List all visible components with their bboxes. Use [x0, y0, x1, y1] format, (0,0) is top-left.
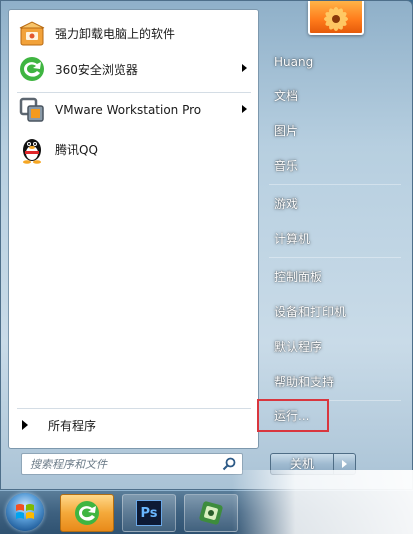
divider [17, 408, 251, 409]
qq-penguin-icon [17, 134, 47, 164]
360-browser-icon [75, 501, 99, 525]
start-orb[interactable] [6, 493, 44, 531]
vmware-icon [17, 95, 47, 125]
menu-computer[interactable]: 计算机 [274, 228, 394, 250]
menu-control-panel[interactable]: 控制面板 [274, 266, 394, 288]
windows-logo-icon [16, 504, 34, 519]
program-item-vmware[interactable]: VMware Workstation Pro [13, 91, 255, 129]
menu-default-programs[interactable]: 默认程序 [274, 336, 394, 358]
taskbar-gadget-app[interactable] [184, 494, 238, 532]
program-item-qq[interactable]: 腾讯QQ [13, 130, 255, 168]
menu-music[interactable]: 音乐 [274, 155, 394, 177]
menu-documents[interactable]: 文档 [274, 85, 394, 107]
program-label: VMware Workstation Pro [55, 103, 202, 117]
taskbar-360-browser[interactable] [60, 494, 114, 532]
start-menu: 强力卸载电脑上的软件 360安全浏览器 VMware Workstation P… [0, 0, 413, 490]
divider [269, 257, 401, 258]
program-label: 360安全浏览器 [55, 62, 138, 77]
all-programs-label: 所有程序 [48, 418, 97, 433]
photoshop-icon: Ps [136, 500, 162, 526]
menu-devices-printers[interactable]: 设备和打印机 [274, 301, 394, 323]
divider [269, 184, 401, 185]
menu-pictures[interactable]: 图片 [274, 120, 394, 142]
run-highlight-box [257, 399, 329, 432]
search-box[interactable] [21, 453, 243, 475]
submenu-arrow-icon[interactable] [242, 64, 247, 72]
menu-user-folder[interactable]: Huang [274, 51, 394, 73]
user-picture[interactable] [308, 1, 364, 35]
360-browser-icon [17, 54, 47, 84]
arrow-right-icon [342, 460, 347, 468]
submenu-arrow-icon[interactable] [242, 105, 247, 113]
program-item-360-browser[interactable]: 360安全浏览器 [13, 50, 255, 88]
program-item-uninstall[interactable]: 强力卸载电脑上的软件 [13, 14, 255, 52]
uninstall-box-icon [17, 18, 47, 48]
gadget-app-icon [199, 501, 223, 525]
programs-panel: 强力卸载电脑上的软件 360安全浏览器 VMware Workstation P… [8, 9, 259, 449]
watermark-overlay [232, 470, 413, 534]
search-input[interactable] [28, 454, 220, 474]
program-label: 腾讯QQ [55, 142, 98, 157]
program-label: 强力卸载电脑上的软件 [55, 26, 176, 41]
taskbar-photoshop[interactable]: Ps [122, 494, 176, 532]
all-programs-button[interactable]: 所有程序 [13, 414, 255, 436]
menu-help-support[interactable]: 帮助和支持 [274, 371, 394, 393]
arrow-right-icon [22, 420, 28, 430]
menu-games[interactable]: 游戏 [274, 193, 394, 215]
